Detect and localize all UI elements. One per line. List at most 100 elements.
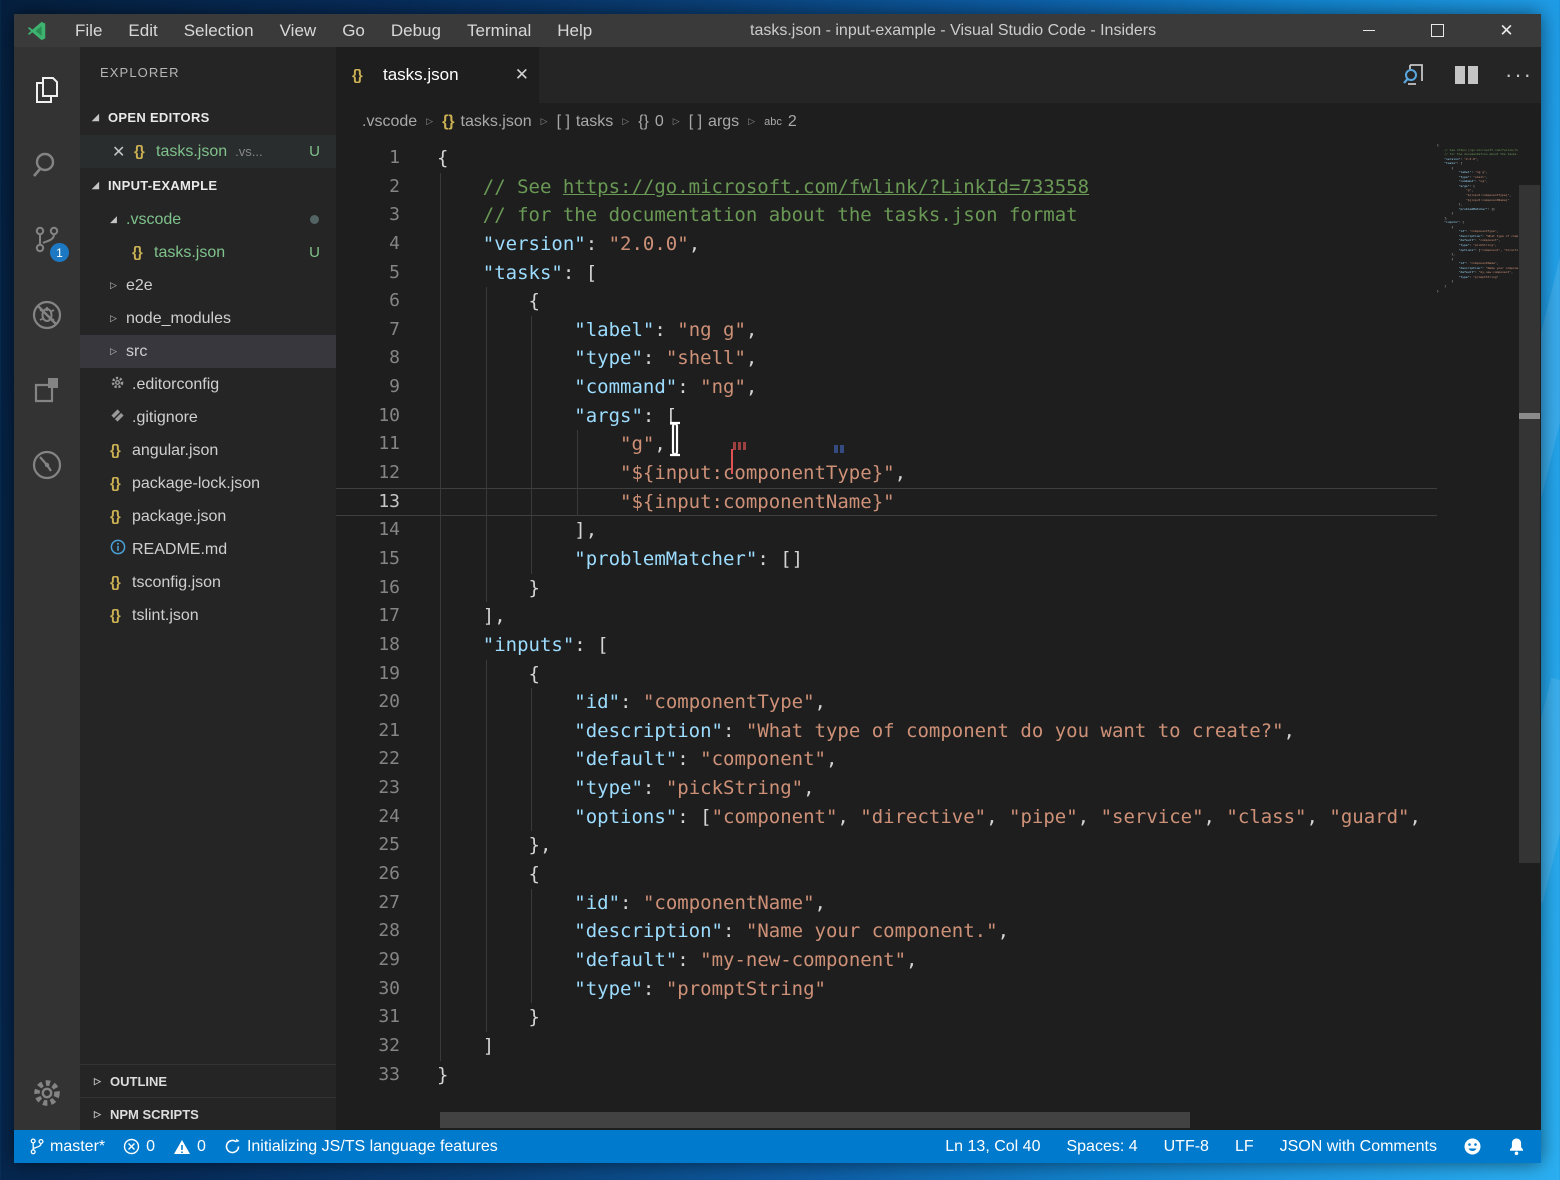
line-number[interactable]: 24	[336, 803, 400, 832]
code-line-30[interactable]: 30 "type": "promptString"	[336, 975, 1437, 1004]
line-number[interactable]: 11	[336, 430, 400, 459]
line-number[interactable]: 10	[336, 402, 400, 431]
menu-item-debug[interactable]: Debug	[378, 14, 454, 47]
tab-tasks-json[interactable]: {} tasks.json ✕	[336, 47, 539, 103]
tree-folder--vscode[interactable]: ◢.vscode	[80, 203, 336, 236]
open-editors-header[interactable]: ◢ OPEN EDITORS	[80, 103, 336, 132]
line-number[interactable]: 13	[336, 488, 400, 517]
eol-status[interactable]: LF	[1235, 1138, 1254, 1156]
line-number[interactable]: 32	[336, 1032, 400, 1061]
split-editor-icon[interactable]	[1454, 64, 1479, 86]
menu-item-help[interactable]: Help	[544, 14, 605, 47]
line-number[interactable]: 12	[336, 459, 400, 488]
code-line-20[interactable]: 20 "id": "componentType",	[336, 688, 1437, 717]
line-number[interactable]: 29	[336, 946, 400, 975]
breadcrumb-item-0[interactable]: {}0	[638, 113, 664, 131]
code-line-23[interactable]: 23 "type": "pickString",	[336, 774, 1437, 803]
code-line-11[interactable]: 11 "g",	[336, 430, 1437, 459]
menu-item-view[interactable]: View	[267, 14, 330, 47]
line-number[interactable]: 8	[336, 344, 400, 373]
tree-file-README-md[interactable]: README.md	[80, 533, 336, 566]
line-number[interactable]: 22	[336, 745, 400, 774]
breadcrumb-item-args[interactable]: [ ]args	[689, 113, 739, 131]
line-number[interactable]: 4	[336, 230, 400, 259]
line-number[interactable]: 20	[336, 688, 400, 717]
line-number[interactable]: 16	[336, 574, 400, 603]
code-line-8[interactable]: 8 "type": "shell",	[336, 344, 1437, 373]
line-number[interactable]: 30	[336, 975, 400, 1004]
tree-file-tslint-json[interactable]: {}tslint.json	[80, 599, 336, 632]
git-branch-status[interactable]: master*	[30, 1138, 105, 1156]
tree-file-tsconfig-json[interactable]: {}tsconfig.json	[80, 566, 336, 599]
code-line-31[interactable]: 31 }	[336, 1003, 1437, 1032]
extensions-activity-button[interactable]	[23, 366, 71, 414]
line-number[interactable]: 15	[336, 545, 400, 574]
close-button[interactable]: ✕	[1472, 14, 1541, 47]
more-actions-icon[interactable]: ···	[1505, 70, 1533, 80]
code-line-15[interactable]: 15 "problemMatcher": []	[336, 545, 1437, 574]
project-header[interactable]: ◢ INPUT-EXAMPLE	[80, 171, 336, 200]
tab-close-icon[interactable]: ✕	[515, 65, 529, 85]
code-line-3[interactable]: 3 // for the documentation about the tas…	[336, 201, 1437, 230]
line-number[interactable]: 7	[336, 316, 400, 345]
explorer-activity-button[interactable]	[23, 66, 71, 114]
errors-status[interactable]: 0	[123, 1138, 155, 1156]
line-number[interactable]: 18	[336, 631, 400, 660]
feedback-smiley-icon[interactable]	[1463, 1137, 1482, 1156]
code-line-18[interactable]: 18 "inputs": [	[336, 631, 1437, 660]
code-line-27[interactable]: 27 "id": "componentName",	[336, 889, 1437, 918]
code-editor[interactable]: 1{2 // See https://go.microsoft.com/fwli…	[336, 140, 1541, 1130]
maximize-button[interactable]	[1403, 14, 1472, 47]
code-line-25[interactable]: 25 },	[336, 831, 1437, 860]
search-activity-button[interactable]	[23, 141, 71, 189]
code-line-7[interactable]: 7 "label": "ng g",	[336, 316, 1437, 345]
tree-file--gitignore[interactable]: .gitignore	[80, 401, 336, 434]
menu-item-go[interactable]: Go	[329, 14, 378, 47]
outline-section-header[interactable]: ▷ OUTLINE	[80, 1064, 336, 1098]
close-icon[interactable]: ✕	[112, 142, 134, 162]
code-line-21[interactable]: 21 "description": "What type of componen…	[336, 717, 1437, 746]
tree-file-tasks-json[interactable]: {}tasks.jsonU	[80, 236, 336, 269]
breadcrumb-item-tasks-json[interactable]: {}tasks.json	[442, 113, 532, 131]
menu-item-selection[interactable]: Selection	[171, 14, 267, 47]
line-number[interactable]: 9	[336, 373, 400, 402]
vertical-scrollbar-thumb[interactable]	[1519, 185, 1540, 863]
tree-file-package-json[interactable]: {}package.json	[80, 500, 336, 533]
line-number[interactable]: 23	[336, 774, 400, 803]
indentation-status[interactable]: Spaces: 4	[1066, 1138, 1137, 1156]
source-control-activity-button[interactable]: 1	[23, 216, 71, 264]
code-line-10[interactable]: 10 "args": [	[336, 402, 1437, 431]
line-number[interactable]: 33	[336, 1061, 400, 1090]
code-line-4[interactable]: 4 "version": "2.0.0",	[336, 230, 1437, 259]
warnings-status[interactable]: 0	[173, 1138, 206, 1156]
code-line-32[interactable]: 32 ]	[336, 1032, 1437, 1061]
vertical-scrollbar[interactable]	[1518, 140, 1541, 1130]
notifications-bell-icon[interactable]	[1508, 1137, 1525, 1156]
menu-item-edit[interactable]: Edit	[115, 14, 170, 47]
horizontal-scrollbar-thumb[interactable]	[440, 1112, 1190, 1128]
tree-folder-src[interactable]: ▷src	[80, 335, 336, 368]
encoding-status[interactable]: UTF-8	[1164, 1138, 1209, 1156]
code-line-6[interactable]: 6 {	[336, 287, 1437, 316]
tree-file-package-lock-json[interactable]: {}package-lock.json	[80, 467, 336, 500]
line-number[interactable]: 26	[336, 860, 400, 889]
breadcrumb-item--vscode[interactable]: .vscode	[362, 113, 417, 131]
horizontal-scrollbar[interactable]	[336, 1112, 1437, 1128]
code-line-2[interactable]: 2 // See https://go.microsoft.com/fwlink…	[336, 173, 1437, 202]
code-line-29[interactable]: 29 "default": "my-new-component",	[336, 946, 1437, 975]
language-mode-status[interactable]: JSON with Comments	[1280, 1138, 1437, 1156]
line-number[interactable]: 27	[336, 889, 400, 918]
tree-file--editorconfig[interactable]: .editorconfig	[80, 368, 336, 401]
code-line-12[interactable]: 12 "${input:componentType}",	[336, 459, 1437, 488]
line-number[interactable]: 6	[336, 287, 400, 316]
minimap[interactable]: { // See https://go.microsoft.com/fwlink…	[1437, 140, 1518, 293]
menu-item-terminal[interactable]: Terminal	[454, 14, 544, 47]
cursor-position-status[interactable]: Ln 13, Col 40	[945, 1138, 1040, 1156]
debug-activity-button[interactable]	[23, 291, 71, 339]
code-line-33[interactable]: 33}	[336, 1061, 1437, 1090]
line-number[interactable]: 2	[336, 173, 400, 202]
code-line-17[interactable]: 17 ],	[336, 602, 1437, 631]
line-number[interactable]: 5	[336, 259, 400, 288]
code-line-16[interactable]: 16 }	[336, 574, 1437, 603]
line-number[interactable]: 19	[336, 660, 400, 689]
